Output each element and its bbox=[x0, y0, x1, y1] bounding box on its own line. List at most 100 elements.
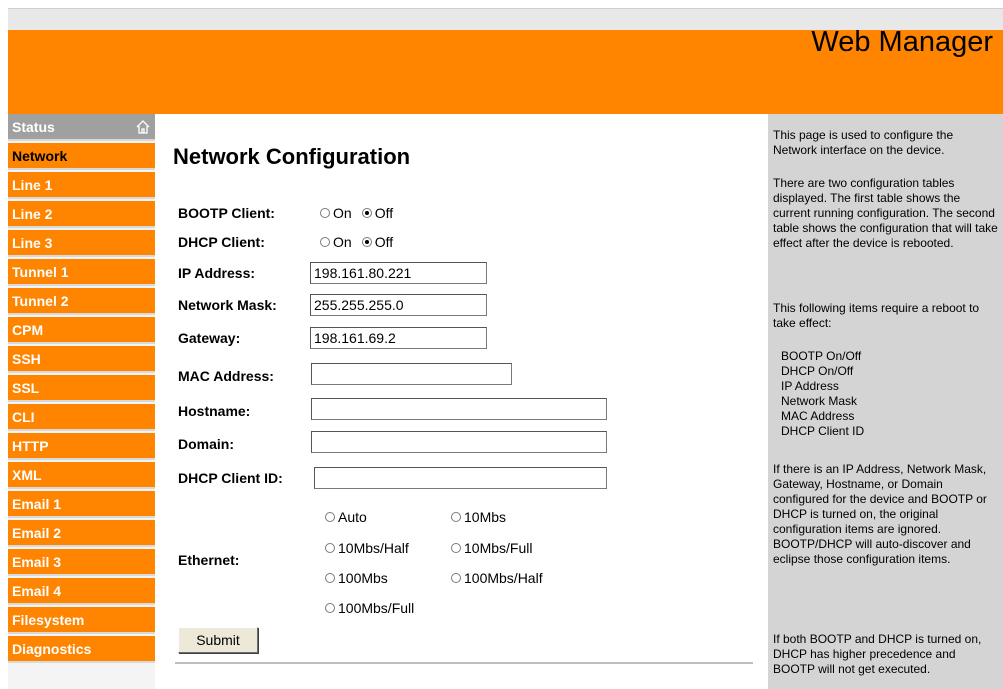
dhcp-client-id-label: DHCP Client ID: bbox=[178, 470, 283, 486]
list-item: BOOTP On/Off bbox=[781, 349, 862, 363]
sidebar-nav: Status Network Line 1 Line 2 Line 3 Tunn… bbox=[8, 114, 155, 689]
radio-checked-icon[interactable] bbox=[361, 237, 372, 247]
bootp-label: BOOTP Client: bbox=[178, 205, 275, 221]
mac-address-input[interactable] bbox=[311, 363, 512, 385]
help-precedence: If both BOOTP and DHCP is turned on, DHC… bbox=[773, 632, 982, 676]
ethernet-option-10mbs[interactable]: 10Mbs bbox=[451, 509, 506, 525]
radio-unchecked-icon[interactable] bbox=[320, 208, 330, 218]
gateway-label: Gateway: bbox=[178, 330, 241, 346]
radio-unchecked-icon[interactable] bbox=[320, 237, 330, 247]
sidebar-item-label: Line 1 bbox=[12, 177, 53, 193]
ethernet-option-label: 100Mbs/Full bbox=[338, 600, 415, 616]
ip-address-input[interactable] bbox=[310, 262, 487, 284]
page-title: Network Configuration bbox=[173, 144, 411, 169]
bootp-off-option[interactable]: Off bbox=[361, 205, 393, 221]
sidebar-item-label: Email 3 bbox=[12, 554, 62, 570]
radio-unchecked-icon[interactable] bbox=[325, 512, 335, 522]
sidebar-item-xml[interactable]: XML bbox=[8, 462, 155, 489]
sidebar-item-label: Status bbox=[12, 119, 55, 135]
mac-address-label: MAC Address: bbox=[178, 368, 274, 384]
sidebar-item-line-3[interactable]: Line 3 bbox=[8, 230, 155, 257]
list-item: Network Mask bbox=[781, 394, 858, 408]
sidebar-item-label: Line 2 bbox=[12, 206, 53, 222]
network-mask-label: Network Mask: bbox=[178, 297, 277, 313]
network-mask-input[interactable] bbox=[310, 294, 487, 316]
sidebar-item-status[interactable]: Status bbox=[8, 114, 155, 141]
list-item: DHCP On/Off bbox=[781, 364, 854, 378]
dhcp-off-option[interactable]: Off bbox=[361, 234, 394, 250]
sidebar-item-label: CPM bbox=[12, 322, 44, 338]
list-item: DHCP Client ID bbox=[781, 424, 865, 438]
ethernet-option-10mbs-full[interactable]: 10Mbs/Full bbox=[451, 540, 532, 556]
help-intro: This page is used to configure the Netwo… bbox=[773, 128, 954, 157]
sidebar-item-label: Email 2 bbox=[12, 525, 62, 541]
bootp-on-option[interactable]: On bbox=[320, 205, 352, 221]
dhcp-client-id-input[interactable] bbox=[314, 467, 607, 489]
hostname-label: Hostname: bbox=[178, 403, 251, 419]
ethernet-label: Ethernet: bbox=[178, 552, 240, 568]
submit-button[interactable]: Submit bbox=[178, 627, 258, 653]
bootp-on-label: On bbox=[333, 205, 352, 221]
ethernet-option-label: 10Mbs/Half bbox=[338, 540, 409, 556]
radio-unchecked-icon[interactable] bbox=[325, 573, 335, 583]
sidebar-item-label: Filesystem bbox=[12, 612, 85, 628]
sidebar-item-label: Tunnel 2 bbox=[12, 293, 69, 309]
sidebar-item-network[interactable]: Network bbox=[8, 143, 155, 170]
sidebar-item-line-2[interactable]: Line 2 bbox=[8, 201, 155, 228]
sidebar-item-email-4[interactable]: Email 4 bbox=[8, 578, 155, 605]
dhcp-off-label: Off bbox=[374, 234, 394, 250]
dhcp-radio-group: On Off bbox=[320, 234, 403, 250]
radio-unchecked-icon[interactable] bbox=[451, 543, 461, 553]
help-reboot-note: This following items require a reboot to… bbox=[773, 301, 980, 330]
radio-unchecked-icon[interactable] bbox=[325, 603, 335, 613]
radio-checked-icon[interactable] bbox=[361, 208, 372, 218]
dhcp-label: DHCP Client: bbox=[178, 234, 265, 250]
app-title: Web Manager bbox=[811, 26, 993, 58]
ethernet-option-100mbs[interactable]: 100Mbs bbox=[325, 570, 388, 586]
list-item: IP Address bbox=[781, 379, 839, 393]
gateway-input[interactable] bbox=[310, 327, 487, 349]
ethernet-option-auto[interactable]: Auto bbox=[325, 509, 367, 525]
domain-input[interactable] bbox=[311, 431, 607, 453]
radio-unchecked-icon[interactable] bbox=[451, 512, 461, 522]
ethernet-option-10mbs-half[interactable]: 10Mbs/Half bbox=[325, 540, 409, 556]
ethernet-option-label: 10Mbs/Full bbox=[464, 540, 533, 556]
sidebar-item-http[interactable]: HTTP bbox=[8, 433, 155, 460]
help-panel: This page is used to configure the Netwo… bbox=[768, 114, 1003, 689]
sidebar-item-ssh[interactable]: SSH bbox=[8, 346, 155, 373]
ethernet-option-label: 100Mbs/Half bbox=[464, 570, 543, 586]
divider bbox=[175, 662, 753, 664]
sidebar-item-label: Email 1 bbox=[12, 496, 62, 512]
header-banner: Web Manager bbox=[8, 26, 1003, 114]
domain-label: Domain: bbox=[178, 436, 234, 452]
sidebar-item-cli[interactable]: CLI bbox=[8, 404, 155, 431]
sidebar-item-filesystem[interactable]: Filesystem bbox=[8, 607, 155, 634]
sidebar-item-ssl[interactable]: SSL bbox=[8, 375, 155, 402]
radio-unchecked-icon[interactable] bbox=[325, 543, 335, 553]
ethernet-option-100mbs-full[interactable]: 100Mbs/Full bbox=[325, 600, 414, 616]
sidebar-item-label: Diagnostics bbox=[12, 641, 92, 657]
main-panel: Network Configuration BOOTP Client: On O… bbox=[155, 114, 768, 689]
ethernet-option-100mbs-half[interactable]: 100Mbs/Half bbox=[451, 570, 543, 586]
sidebar-item-tunnel-2[interactable]: Tunnel 2 bbox=[8, 288, 155, 315]
sidebar-item-email-3[interactable]: Email 3 bbox=[8, 549, 155, 576]
window-top-edge bbox=[0, 0, 1003, 8]
help-reboot-list: BOOTP On/Off DHCP On/Off IP Address Netw… bbox=[781, 349, 864, 439]
sidebar-item-tunnel-1[interactable]: Tunnel 1 bbox=[8, 259, 155, 286]
sidebar-item-cpm[interactable]: CPM bbox=[8, 317, 155, 344]
help-tables: There are two configuration tables displ… bbox=[773, 176, 998, 250]
hostname-input[interactable] bbox=[311, 398, 607, 420]
sidebar-item-diagnostics[interactable]: Diagnostics bbox=[8, 636, 155, 663]
sidebar-item-email-1[interactable]: Email 1 bbox=[8, 491, 155, 518]
home-icon[interactable] bbox=[135, 119, 151, 135]
radio-unchecked-icon[interactable] bbox=[451, 573, 461, 583]
sidebar-item-label: Email 4 bbox=[12, 583, 62, 599]
sidebar-item-label: HTTP bbox=[12, 438, 49, 454]
sidebar-item-label: XML bbox=[12, 467, 42, 483]
sidebar-item-email-2[interactable]: Email 2 bbox=[8, 520, 155, 547]
sidebar-item-line-1[interactable]: Line 1 bbox=[8, 172, 155, 199]
list-item: MAC Address bbox=[781, 409, 855, 423]
ip-address-label: IP Address: bbox=[178, 265, 256, 281]
dhcp-on-option[interactable]: On bbox=[320, 234, 352, 250]
ethernet-option-label: Auto bbox=[338, 509, 367, 525]
